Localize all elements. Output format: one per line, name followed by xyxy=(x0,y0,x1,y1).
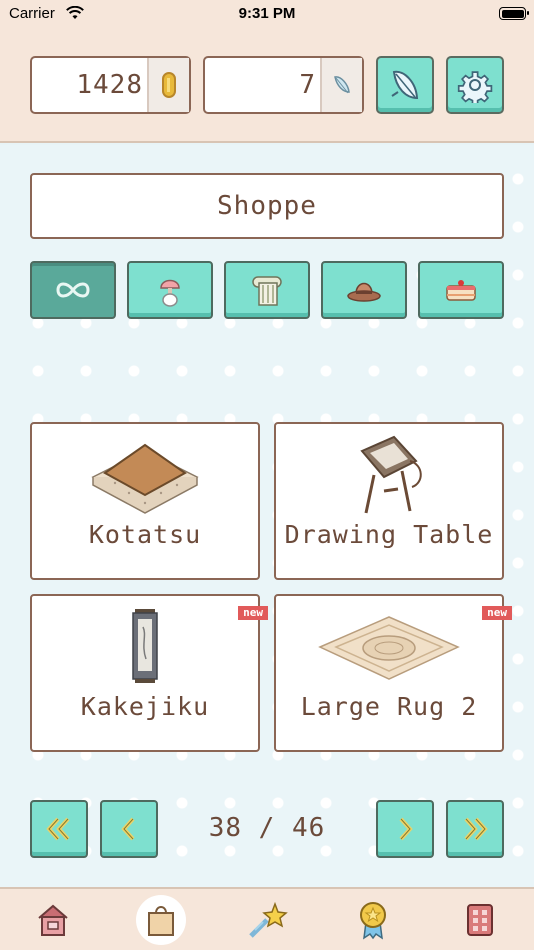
first-page-button[interactable] xyxy=(30,800,88,858)
item-name: Kotatsu xyxy=(88,520,202,549)
tab-bar xyxy=(0,887,534,950)
chevron-right-icon xyxy=(399,817,413,841)
new-badge: new xyxy=(238,606,268,620)
item-card-drawing-table[interactable]: Drawing Table xyxy=(274,422,504,580)
settings-button[interactable] xyxy=(446,56,504,114)
tab-wishes[interactable] xyxy=(243,895,293,945)
next-page-button[interactable] xyxy=(376,800,434,858)
shopping-bag-icon xyxy=(148,906,174,936)
drawing-table-image xyxy=(276,430,502,520)
category-wallpaper-button[interactable] xyxy=(224,261,310,319)
gear-icon xyxy=(457,71,493,103)
tab-shop[interactable] xyxy=(136,895,186,945)
category-all-button[interactable] xyxy=(30,261,116,319)
kotatsu-image xyxy=(32,430,258,520)
house-icon xyxy=(38,904,68,936)
feather-icon xyxy=(320,58,362,112)
top-header: Carrier 9:31 PM 1428 7 xyxy=(0,0,534,143)
feather-button[interactable] xyxy=(376,56,434,114)
coin-counter: 1428 xyxy=(30,56,191,114)
page-indicator: 38 / 46 xyxy=(208,813,326,843)
tab-home[interactable] xyxy=(28,895,78,945)
battery-icon xyxy=(499,7,529,20)
wallpaper-roll-icon xyxy=(252,276,282,306)
new-badge: new xyxy=(482,606,512,620)
item-name: Large Rug 2 xyxy=(300,692,478,721)
tab-achievements[interactable] xyxy=(348,895,398,945)
page-title: Shoppe xyxy=(30,173,504,239)
category-lighting-button[interactable] xyxy=(127,261,213,319)
cake-icon xyxy=(446,280,476,301)
kakejiku-image xyxy=(32,602,258,692)
status-time: 9:31 PM xyxy=(238,5,296,22)
hat-icon xyxy=(347,282,381,302)
infinity-icon xyxy=(56,282,90,298)
chevron-left-icon xyxy=(121,817,135,841)
coin-icon xyxy=(147,58,189,112)
double-chevron-left-icon xyxy=(46,817,70,841)
item-name: Kakejiku xyxy=(80,692,210,721)
medal-icon xyxy=(360,902,386,940)
large-rug-image xyxy=(276,602,502,692)
category-clothing-button[interactable] xyxy=(321,261,407,319)
item-card-kakejiku[interactable]: Kakejiku new xyxy=(30,594,268,752)
previous-page-button[interactable] xyxy=(100,800,158,858)
last-page-button[interactable] xyxy=(446,800,504,858)
item-card-large-rug-2[interactable]: Large Rug 2 new xyxy=(274,594,512,752)
lamp-icon xyxy=(160,279,180,307)
feather-counter: 7 xyxy=(203,56,364,114)
coin-count: 1428 xyxy=(76,70,143,100)
category-food-button[interactable] xyxy=(418,261,504,319)
feather-count: 7 xyxy=(299,70,316,100)
item-card-kotatsu[interactable]: Kotatsu xyxy=(30,422,260,580)
feather-icon xyxy=(391,70,419,100)
shooting-star-icon xyxy=(249,901,288,938)
status-bar: Carrier 9:31 PM xyxy=(0,0,534,30)
dice-icon xyxy=(467,904,493,936)
double-chevron-right-icon xyxy=(464,817,488,841)
item-name: Drawing Table xyxy=(284,520,494,549)
tab-games[interactable] xyxy=(455,895,505,945)
